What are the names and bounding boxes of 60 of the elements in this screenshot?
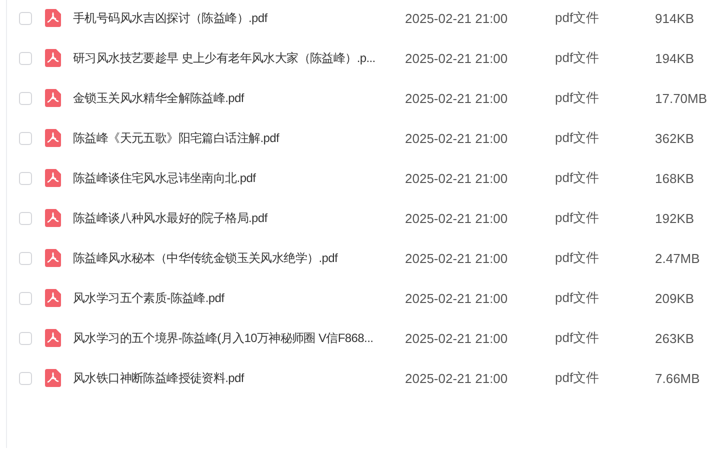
file-size: 17.70MB [655,90,708,106]
pdf-file-icon [45,289,61,307]
checkbox[interactable] [19,132,32,144]
modified-date: 2025-02-21 21:00 [405,210,509,226]
file-name[interactable]: 研习风水技艺要趁早 史上少有老年风水大家（陈益峰）.p... [73,50,397,66]
modified-date: 2025-02-21 21:00 [405,290,509,306]
file-name[interactable]: 陈益峰《天元五歌》阳宅篇白话注解.pdf [73,130,397,146]
checkbox[interactable] [19,92,32,104]
checkbox[interactable] [19,12,32,24]
modified-date: 2025-02-21 21:00 [405,370,509,386]
modified-date: 2025-02-21 21:00 [405,330,509,346]
file-type: pdf文件 [555,49,600,67]
file-size: 2.47MB [655,250,701,266]
pdf-file-icon [45,9,61,27]
file-name[interactable]: 陈益峰谈八种风水最好的院子格局.pdf [73,210,397,226]
file-name[interactable]: 风水铁口神断陈益峰授徒资料.pdf [73,370,397,386]
checkbox[interactable] [19,292,32,304]
file-size: 192KB [655,210,696,226]
checkbox[interactable] [19,172,32,184]
file-type: pdf文件 [555,249,600,267]
checkbox[interactable] [19,372,32,384]
pdf-file-icon [45,89,61,107]
file-type: pdf文件 [555,129,600,147]
modified-date: 2025-02-21 21:00 [405,170,509,186]
file-size: 362KB [655,130,696,146]
file-name[interactable]: 陈益峰风水秘本（中华传统金锁玉关风水绝学）.pdf [73,250,397,266]
file-size: 168KB [655,170,696,186]
file-size: 209KB [655,290,696,306]
checkbox[interactable] [19,212,32,224]
modified-date: 2025-02-21 21:00 [405,130,509,146]
checkbox[interactable] [19,252,32,264]
checkbox[interactable] [19,332,32,344]
file-type: pdf文件 [555,169,600,187]
file-size: 914KB [655,10,696,26]
modified-date: 2025-02-21 21:00 [405,50,509,66]
pdf-file-icon [45,49,61,67]
file-type: pdf文件 [555,329,600,347]
file-name[interactable]: 风水学习五个素质-陈益峰.pdf [73,290,397,306]
file-type: pdf文件 [555,209,600,227]
modified-date: 2025-02-21 21:00 [405,90,509,106]
pdf-file-icon [45,209,61,227]
modified-date: 2025-02-21 21:00 [405,250,509,266]
file-size: 194KB [655,50,696,66]
file-name[interactable]: 风水学习的五个境界-陈益峰(月入10万神秘师圈 V信F868... [73,330,397,346]
file-type: pdf文件 [555,369,600,387]
pdf-file-icon [45,249,61,267]
file-name[interactable]: 手机号码风水吉凶探讨（陈益峰）.pdf [73,10,397,26]
file-type: pdf文件 [555,89,600,107]
file-type: pdf文件 [555,289,600,307]
file-size: 7.66MB [655,370,701,386]
checkbox[interactable] [19,52,32,64]
file-size: 263KB [655,330,696,346]
file-name[interactable]: 金锁玉关风水精华全解陈益峰.pdf [73,90,397,106]
pdf-file-icon [45,169,61,187]
pdf-file-icon [45,369,61,387]
file-name[interactable]: 陈益峰谈住宅风水忌讳坐南向北.pdf [73,170,397,186]
pdf-file-icon [45,129,61,147]
pdf-file-icon [45,329,61,347]
modified-date: 2025-02-21 21:00 [405,10,509,26]
file-type: pdf文件 [555,9,600,27]
